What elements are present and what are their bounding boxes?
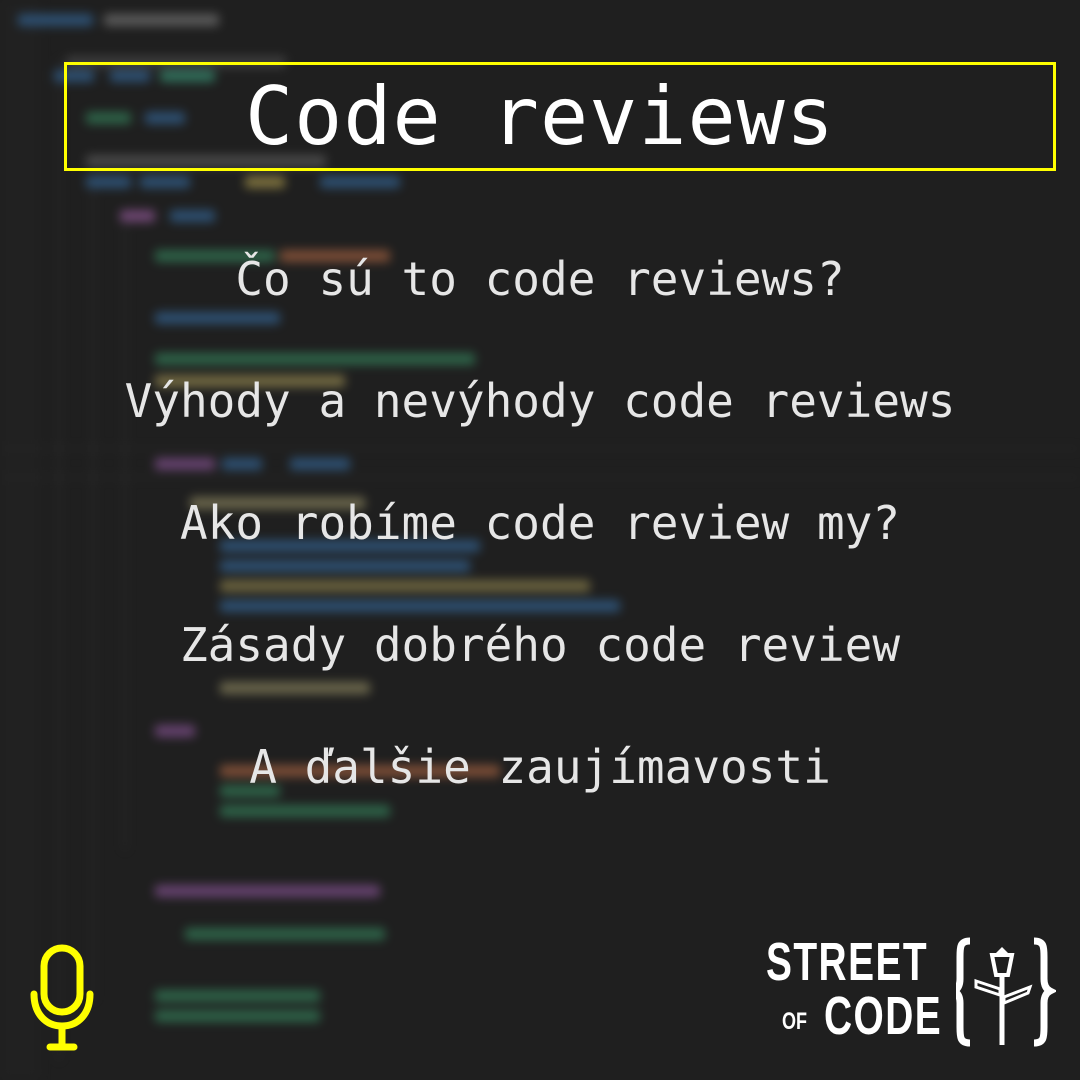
code-token xyxy=(220,600,620,612)
logo-text-code: CODE xyxy=(824,986,943,1046)
code-token xyxy=(18,14,93,26)
microphone-icon xyxy=(30,944,94,1051)
topic-item: Ako robíme code review my? xyxy=(179,496,901,550)
topic-item: Čo sú to code reviews? xyxy=(235,252,845,306)
indent-guide xyxy=(58,60,60,1060)
code-token xyxy=(155,458,215,470)
code-token xyxy=(120,210,155,222)
topic-item: A ďalšie zaujímavosti xyxy=(249,740,831,794)
street-of-code-logo: STREET OF CODE xyxy=(766,935,1056,1050)
code-token xyxy=(155,312,280,324)
code-token xyxy=(290,458,350,470)
code-token xyxy=(320,176,400,188)
code-token xyxy=(170,210,215,222)
code-token xyxy=(140,176,190,188)
code-token xyxy=(220,580,590,592)
topic-item: Výhody a nevýhody code reviews xyxy=(124,374,956,428)
logo-text-of: OF xyxy=(782,1008,807,1035)
code-token xyxy=(220,805,390,817)
code-token xyxy=(185,928,385,940)
code-token xyxy=(155,990,320,1002)
code-token xyxy=(104,14,219,26)
code-token xyxy=(155,1010,320,1022)
code-token xyxy=(220,560,470,572)
code-token xyxy=(155,885,380,897)
street-lamp-signpost-icon xyxy=(956,937,1056,1047)
code-token xyxy=(155,353,475,365)
code-token xyxy=(222,458,262,470)
code-token xyxy=(220,682,370,694)
page-title: Code reviews xyxy=(245,70,835,163)
logo-text-street: STREET xyxy=(766,932,929,992)
topic-item: Zásady dobrého code review xyxy=(179,618,901,672)
code-token xyxy=(245,176,285,188)
code-token xyxy=(86,176,131,188)
code-token xyxy=(155,725,195,737)
